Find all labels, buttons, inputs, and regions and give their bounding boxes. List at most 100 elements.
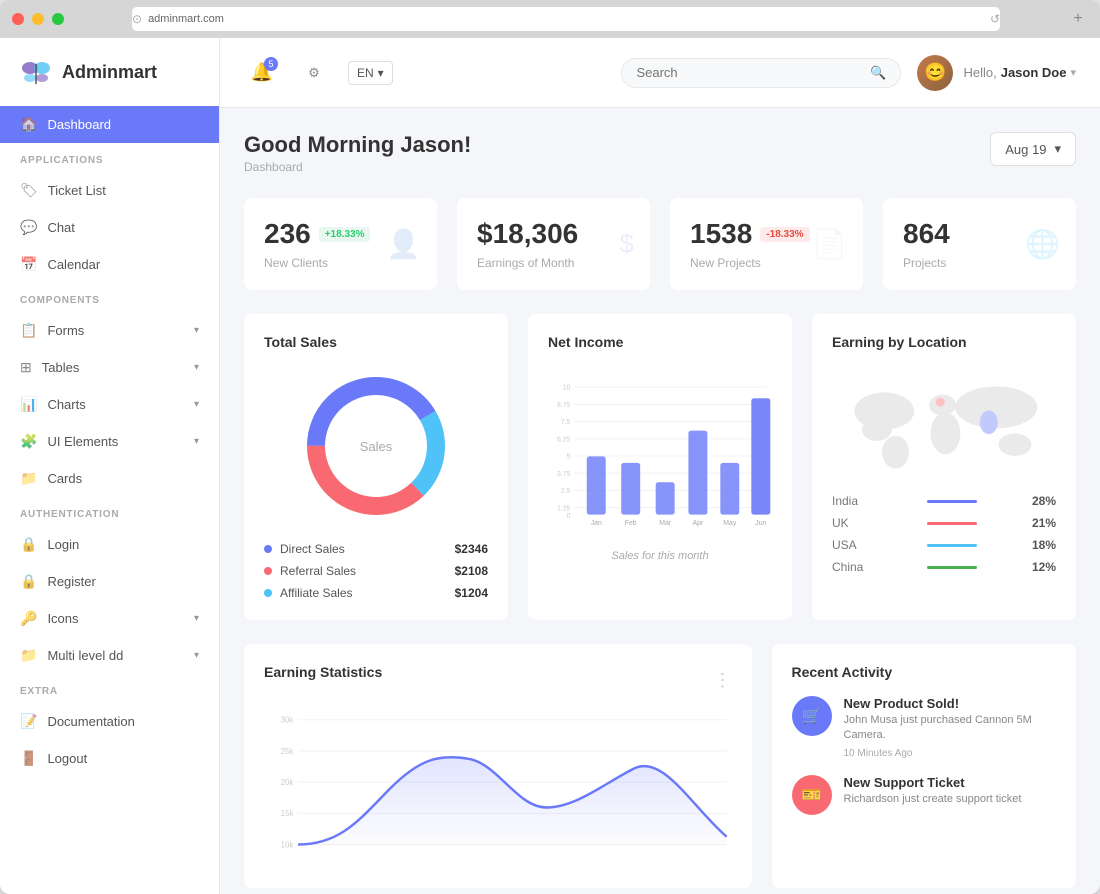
earning-stats-title: Earning Statistics [264, 664, 382, 680]
sidebar-item-register[interactable]: 🔒 Register [0, 563, 219, 600]
direct-sales-dot [264, 545, 272, 553]
multilevel-icon: 📁 [20, 647, 37, 664]
sidebar-item-dashboard[interactable]: 🏠 Dashboard [0, 106, 219, 143]
tables-arrow: ▾ [194, 362, 199, 373]
stat-card-earnings: $18,306 Earnings of Month $ [457, 198, 650, 290]
sidebar-item-documentation[interactable]: 📝 Documentation [0, 703, 219, 740]
language-selector[interactable]: EN ▾ [348, 61, 393, 85]
ticket-icon: 🏷 [20, 182, 38, 199]
more-options-button[interactable]: ⋮ [714, 670, 732, 691]
sidebar-item-login[interactable]: 🔒 Login [0, 526, 219, 563]
activity-icon-0: 🛒 [792, 696, 832, 736]
sidebar-label-forms: Forms [47, 323, 84, 338]
world-map [832, 366, 1056, 486]
sidebar-label-register: Register [47, 574, 95, 589]
svg-text:5: 5 [567, 454, 571, 461]
activity-text-1: New Support Ticket Richardson just creat… [844, 775, 1022, 815]
sidebar-item-cards[interactable]: 📁 Cards [0, 460, 219, 497]
forms-arrow: ▾ [194, 325, 199, 336]
svg-text:Jan: Jan [591, 520, 602, 527]
activity-icon-1: 🎫 [792, 775, 832, 815]
map-usa: USA 18% [832, 538, 1056, 552]
donut-chart: Sales [296, 366, 456, 526]
stat-cards: 236 +18.33% New Clients 👤 $18,306 Earnin… [244, 198, 1076, 290]
page-title: Good Morning Jason! [244, 132, 471, 158]
activity-item-0: 🛒 New Product Sold! John Musa just purch… [792, 696, 1057, 759]
activity-title-0: New Product Sold! [844, 696, 1057, 711]
topnav: 🔔 5 ⚙ EN ▾ 🔍 😊 Hello, [220, 38, 1100, 108]
sidebar-item-calendar[interactable]: 📅 Calendar [0, 246, 219, 283]
sidebar-item-multilevel[interactable]: 📁 Multi level dd ▾ [0, 637, 219, 674]
close-button[interactable] [12, 13, 24, 25]
nav-section-extra: EXTRA 📝 Documentation 🚪 Logout [0, 674, 219, 777]
earning-stats-header: Earning Statistics ⋮ [264, 664, 732, 696]
search-input[interactable] [636, 65, 862, 80]
clients-icon: 👤 [386, 228, 421, 261]
docs-icon: 📝 [20, 713, 37, 730]
net-income-subtitle: Sales for this month [548, 550, 772, 562]
minimize-button[interactable] [32, 13, 44, 25]
sidebar-item-charts[interactable]: 📊 Charts ▾ [0, 386, 219, 423]
svg-text:10k: 10k [281, 840, 294, 849]
nav-section-authentication: AUTHENTICATION 🔒 Login 🔒 Register 🔑 Icon… [0, 497, 219, 674]
map-uk: UK 21% [832, 516, 1056, 530]
india-pct: 28% [1032, 494, 1056, 508]
user-greeting: Hello, [963, 65, 996, 80]
svg-text:Apr: Apr [693, 520, 704, 527]
sidebar-label-ui: UI Elements [47, 434, 118, 449]
register-icon: 🔒 [20, 573, 37, 590]
activity-item-1: 🎫 New Support Ticket Richardson just cre… [792, 775, 1057, 815]
date-picker[interactable]: Aug 19 ▾ [990, 132, 1076, 166]
svg-text:0: 0 [567, 513, 571, 520]
affiliate-sales-label: Affiliate Sales [280, 586, 353, 600]
usa-pct: 18% [1032, 538, 1056, 552]
notification-bell-button[interactable]: 🔔 5 [244, 55, 280, 91]
nav-section-components: COMPONENTS 📋 Forms ▾ ⊞ Tables ▾ 📊 Charts… [0, 283, 219, 497]
charts-icon: 📊 [20, 396, 37, 413]
line-chart: 30k 25k 20k 15k 10k [264, 708, 732, 868]
sidebar-item-ticket-list[interactable]: 🏷 Ticket List [0, 172, 219, 209]
activity-text-0: New Product Sold! John Musa just purchas… [844, 696, 1057, 759]
sidebar-label-chat: Chat [47, 220, 74, 235]
sidebar-item-logout[interactable]: 🚪 Logout [0, 740, 219, 777]
section-label-applications: APPLICATIONS [0, 143, 219, 172]
sidebar-item-chat[interactable]: 💬 Chat [0, 209, 219, 246]
search-icon: 🔍 [870, 65, 886, 81]
globe-icon: 🌐 [1025, 228, 1060, 261]
legend-referral-sales: Referral Sales $2108 [264, 564, 488, 578]
map-legend: India 28% UK 21% USA [832, 494, 1056, 574]
language-label: EN [357, 66, 374, 80]
sidebar-label-multilevel: Multi level dd [47, 648, 123, 663]
earning-stats-card: Earning Statistics ⋮ [244, 644, 752, 888]
activity-time-0: 10 Minutes Ago [844, 748, 1057, 759]
svg-text:7.5: 7.5 [561, 419, 571, 426]
user-menu[interactable]: 😊 Hello, Jason Doe ▾ [917, 55, 1076, 91]
address-bar[interactable]: ⊙ adminmart.com ↺ [132, 7, 1000, 31]
sidebar-item-forms[interactable]: 📋 Forms ▾ [0, 312, 219, 349]
page-header: Good Morning Jason! Dashboard Aug 19 ▾ [244, 132, 1076, 174]
activity-title: Recent Activity [792, 664, 1057, 680]
india-line [927, 500, 977, 503]
calendar-icon: 📅 [20, 256, 37, 273]
legend-direct-sales: Direct Sales $2346 [264, 542, 488, 556]
sidebar-item-label-dashboard: Dashboard [47, 117, 111, 132]
sidebar-item-tables[interactable]: ⊞ Tables ▾ [0, 349, 219, 386]
sidebar-item-ui-elements[interactable]: 🧩 UI Elements ▾ [0, 423, 219, 460]
settings-button[interactable]: ⚙ [296, 55, 332, 91]
maximize-button[interactable] [52, 13, 64, 25]
earning-location-title: Earning by Location [832, 334, 1056, 350]
stat-value-clients: 236 [264, 218, 311, 250]
stat-card-clients: 236 +18.33% New Clients 👤 [244, 198, 437, 290]
referral-sales-dot [264, 567, 272, 575]
new-tab-button[interactable]: + [1068, 9, 1088, 29]
page-content: Good Morning Jason! Dashboard Aug 19 ▾ 2… [220, 108, 1100, 894]
svg-text:30k: 30k [281, 716, 294, 725]
icons-icon: 🔑 [20, 610, 37, 627]
direct-sales-label: Direct Sales [280, 542, 345, 556]
svg-text:3.75: 3.75 [557, 471, 571, 478]
country-uk: UK [832, 516, 872, 530]
stat-value-projects-new: 1538 [690, 218, 752, 250]
search-bar[interactable]: 🔍 [621, 58, 901, 88]
sidebar-item-icons[interactable]: 🔑 Icons ▾ [0, 600, 219, 637]
charts-arrow: ▾ [194, 399, 199, 410]
